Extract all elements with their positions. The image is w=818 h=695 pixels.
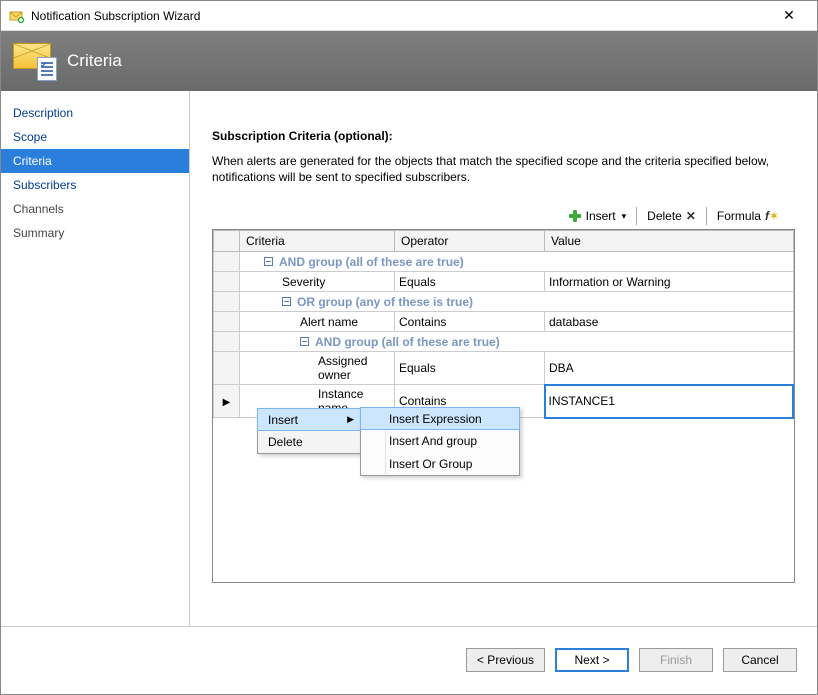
context-menu[interactable]: Insert ▶ Delete bbox=[257, 408, 361, 454]
app-icon bbox=[9, 8, 25, 24]
sidebar-item-subscribers[interactable]: Subscribers bbox=[1, 173, 189, 197]
previous-button[interactable]: < Previous bbox=[466, 648, 545, 672]
col-value[interactable]: Value bbox=[545, 231, 794, 252]
col-operator[interactable]: Operator bbox=[395, 231, 545, 252]
sidebar-item-channels[interactable]: Channels bbox=[1, 197, 189, 221]
banner-icon: ✔ bbox=[11, 41, 57, 81]
table-row[interactable]: AND group (all of these are true) bbox=[214, 332, 794, 352]
formula-label: Formula bbox=[717, 209, 761, 223]
wizard-sidebar: Description Scope Criteria Subscribers C… bbox=[1, 91, 190, 626]
finish-button: Finish bbox=[639, 648, 713, 672]
fx-icon: f✶ bbox=[765, 209, 779, 223]
table-row[interactable]: Alert name Contains database bbox=[214, 312, 794, 332]
sidebar-item-scope[interactable]: Scope bbox=[1, 125, 189, 149]
menu-item-insert-and-group[interactable]: Insert And group bbox=[361, 429, 519, 452]
col-criteria[interactable]: Criteria bbox=[240, 231, 395, 252]
collapse-icon[interactable] bbox=[282, 297, 291, 306]
sidebar-item-description[interactable]: Description bbox=[1, 101, 189, 125]
collapse-icon[interactable] bbox=[264, 257, 273, 266]
sidebar-item-criteria[interactable]: Criteria bbox=[1, 149, 189, 173]
sidebar-item-summary[interactable]: Summary bbox=[1, 221, 189, 245]
row-pointer-icon: ▶ bbox=[223, 397, 231, 408]
menu-item-insert[interactable]: Insert ▶ bbox=[257, 408, 361, 431]
table-row[interactable]: Assigned owner Equals DBA bbox=[214, 352, 794, 385]
toolbar-separator bbox=[636, 207, 637, 225]
table-row[interactable]: AND group (all of these are true) bbox=[214, 252, 794, 272]
grid-toolbar: Insert ▾ Delete ✕ Formula f✶ bbox=[212, 207, 795, 225]
wizard-footer: < Previous Next > Finish Cancel bbox=[1, 626, 817, 692]
criteria-grid[interactable]: Criteria Operator Value AND group (all o… bbox=[212, 229, 795, 583]
next-button[interactable]: Next > bbox=[555, 648, 629, 672]
section-heading: Subscription Criteria (optional): bbox=[212, 129, 795, 143]
titlebar: Notification Subscription Wizard ✕ bbox=[1, 1, 817, 31]
table-row[interactable]: Severity Equals Information or Warning bbox=[214, 272, 794, 292]
insert-label: Insert bbox=[586, 209, 616, 223]
grid-gutter-header bbox=[214, 231, 240, 252]
table-row[interactable]: OR group (any of these is true) bbox=[214, 292, 794, 312]
delete-button[interactable]: Delete ✕ bbox=[641, 207, 702, 225]
menu-item-insert-expression[interactable]: Insert Expression bbox=[360, 407, 520, 430]
plus-icon bbox=[568, 209, 582, 223]
grid-header-row: Criteria Operator Value bbox=[214, 231, 794, 252]
collapse-icon[interactable] bbox=[300, 337, 309, 346]
x-icon: ✕ bbox=[686, 209, 696, 223]
menu-item-delete[interactable]: Delete bbox=[258, 430, 360, 453]
banner-title: Criteria bbox=[67, 51, 122, 71]
section-description: When alerts are generated for the object… bbox=[212, 153, 795, 185]
toolbar-separator bbox=[706, 207, 707, 225]
submenu-arrow-icon: ▶ bbox=[347, 414, 354, 425]
menu-item-insert-or-group[interactable]: Insert Or Group bbox=[361, 452, 519, 475]
chevron-down-icon: ▾ bbox=[622, 211, 627, 222]
delete-label: Delete bbox=[647, 209, 682, 223]
wizard-banner: ✔ Criteria bbox=[1, 31, 817, 91]
insert-button[interactable]: Insert ▾ bbox=[562, 207, 633, 225]
content-pane: Subscription Criteria (optional): When a… bbox=[190, 91, 817, 626]
cancel-button[interactable]: Cancel bbox=[723, 648, 797, 672]
context-submenu[interactable]: Insert Expression Insert And group Inser… bbox=[360, 407, 520, 476]
formula-button[interactable]: Formula f✶ bbox=[711, 207, 785, 225]
close-button[interactable]: ✕ bbox=[769, 7, 809, 24]
window-title: Notification Subscription Wizard bbox=[31, 9, 769, 23]
